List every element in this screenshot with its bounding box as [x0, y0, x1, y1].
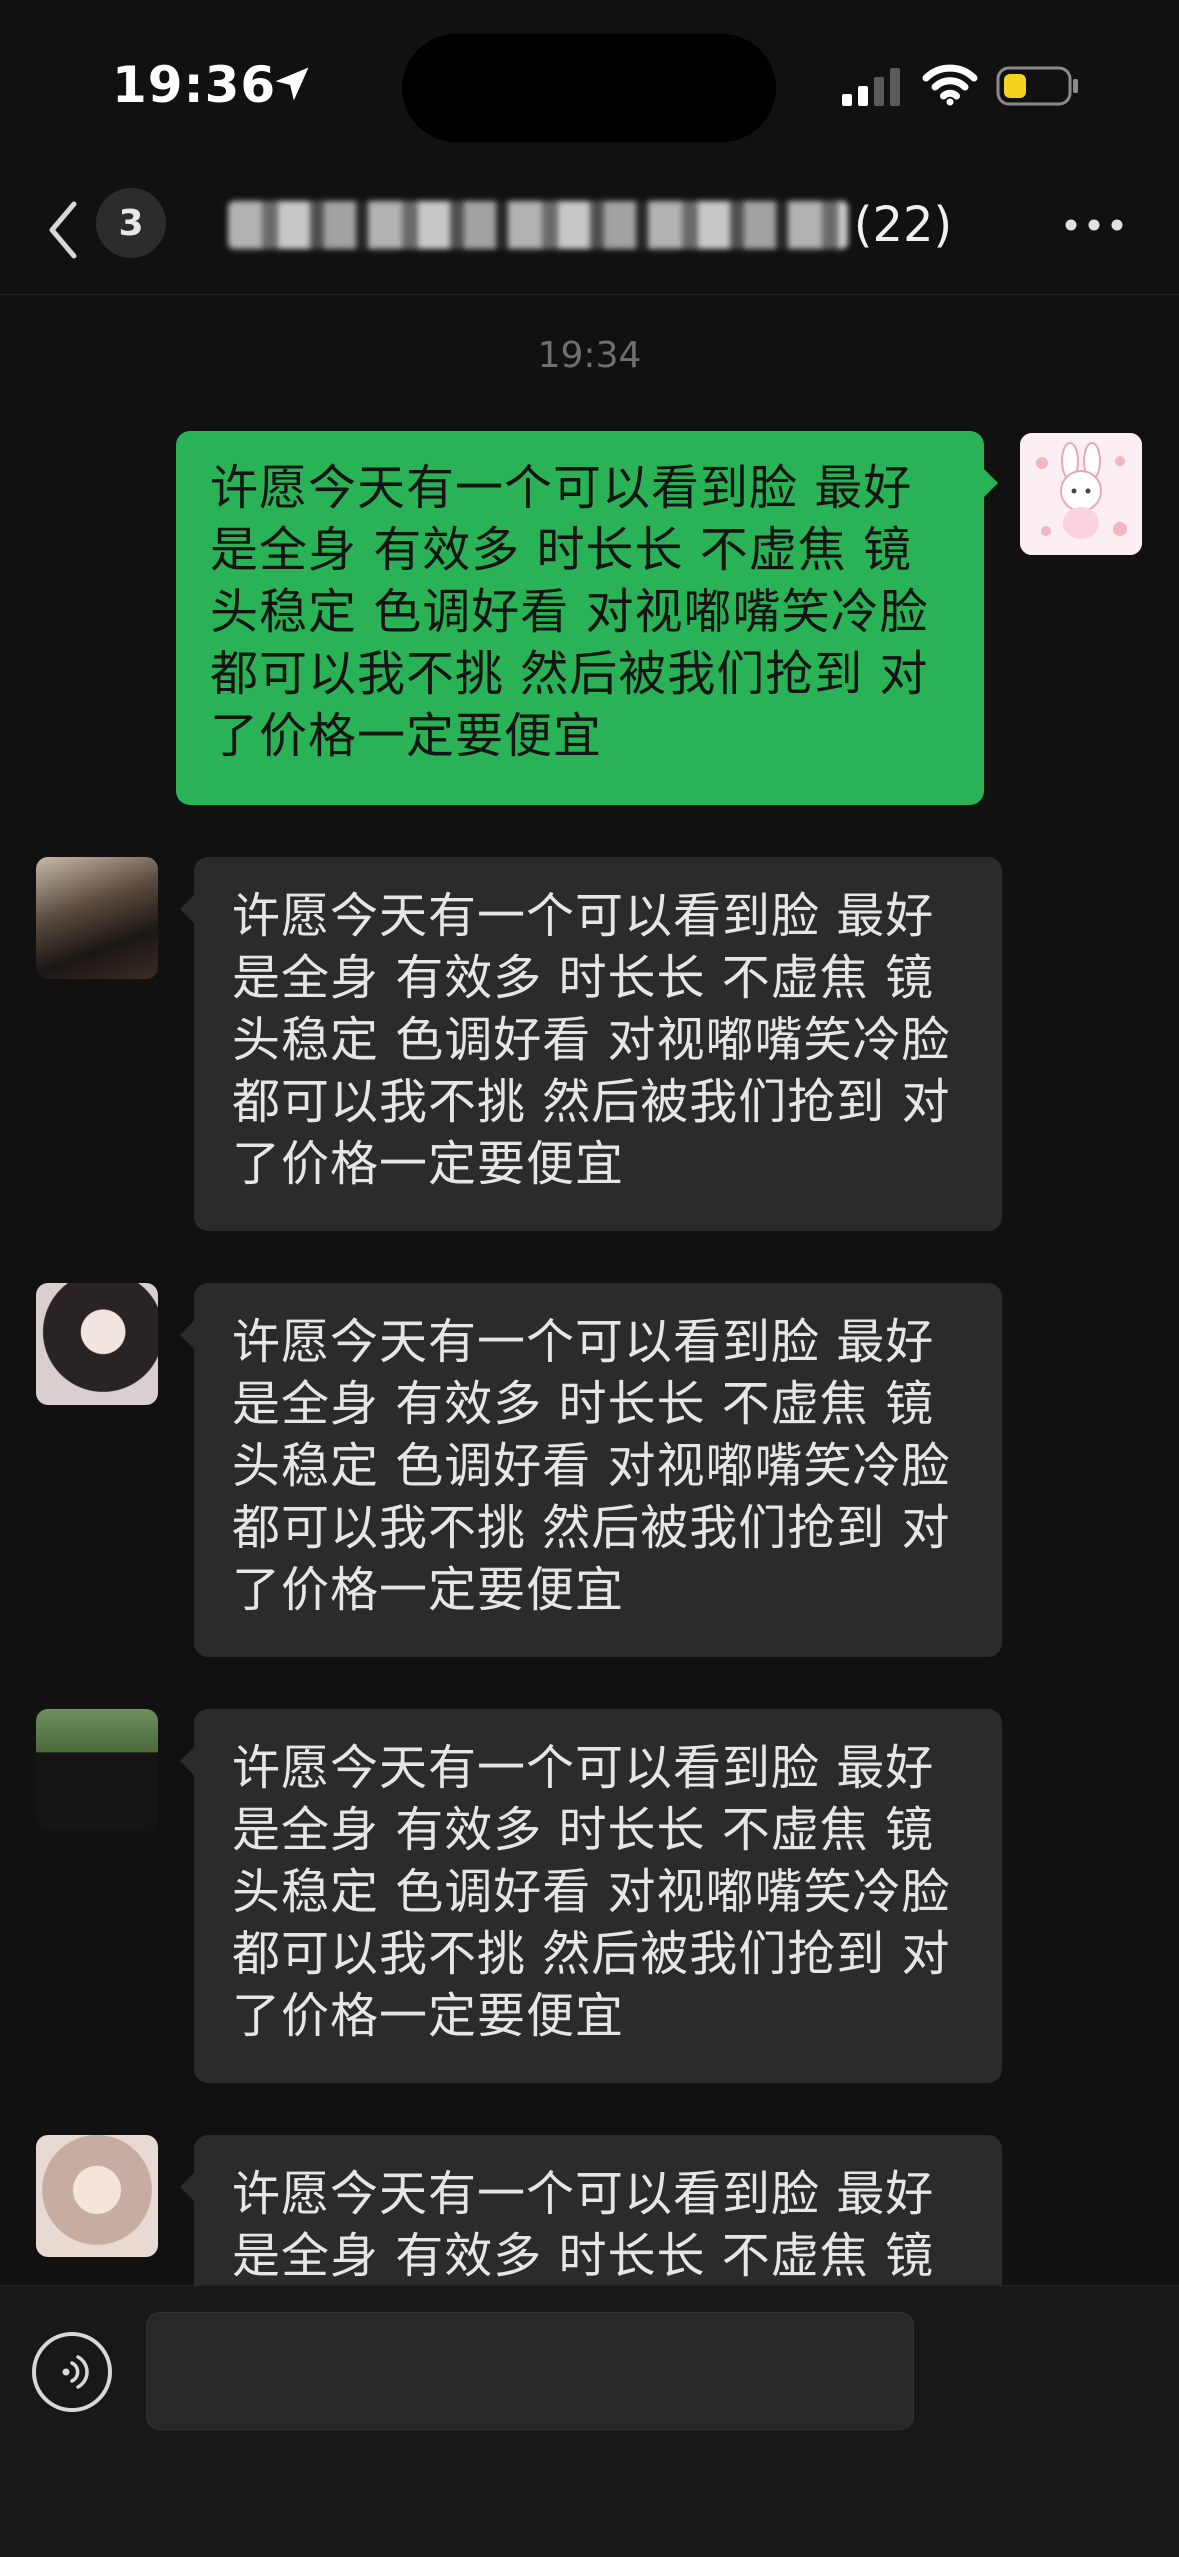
message-text: 许愿今天有一个可以看到脸 最好是全身 有效多 时长长 不虚焦 镜头稳定 色调好看…	[210, 460, 929, 764]
avatar[interactable]	[36, 857, 158, 979]
incoming-message-bubble[interactable]: 许愿今天有一个可以看到脸 最好是全身 有效多 时长长 不虚焦 镜头稳定 色调好看…	[180, 857, 1002, 1231]
status-time: 19:36	[112, 56, 277, 114]
voice-button[interactable]	[32, 2332, 112, 2412]
message-input[interactable]	[146, 2312, 914, 2430]
location-arrow-icon	[275, 67, 309, 101]
avatar[interactable]	[1020, 433, 1142, 555]
incoming-message-bubble[interactable]: 许愿今天有一个可以看到脸 最好是全身 有效多 时长长 不虚焦 镜头稳定 色调好看…	[180, 2135, 1002, 2285]
message-timestamp: 19:34	[537, 335, 642, 376]
more-dots-icon[interactable]	[1064, 218, 1124, 232]
avatar[interactable]	[36, 1283, 158, 1405]
battery-icon	[996, 66, 1078, 106]
unread-count-badge[interactable]: 3	[96, 188, 166, 258]
wifi-icon	[922, 64, 978, 106]
message-text: 许愿今天有一个可以看到脸 最好是全身 有效多 时长长 不虚焦 镜头稳定 色调好看…	[232, 888, 951, 1192]
message-text: 许愿今天有一个可以看到脸 最好是全身 有效多 时长长 不虚焦 镜头稳定 色调好看…	[232, 1740, 951, 2044]
status-bar: 19:36	[0, 0, 1179, 170]
blurred-group-name	[227, 201, 848, 249]
chat-header: 3 (22)	[0, 170, 1179, 295]
member-count: (22)	[853, 197, 953, 253]
dynamic-island	[402, 34, 776, 142]
incoming-message-bubble[interactable]: 许愿今天有一个可以看到脸 最好是全身 有效多 时长长 不虚焦 镜头稳定 色调好看…	[180, 1283, 1002, 1657]
avatar[interactable]	[36, 2135, 158, 2257]
chat-title[interactable]: (22)	[210, 190, 970, 260]
chevron-left-icon[interactable]	[44, 198, 84, 262]
input-bar	[0, 2285, 1179, 2557]
message-list[interactable]: 19:34 许愿今天有一个可以看到脸 最好是全身 有效多 时长长 不虚焦 镜头稳…	[0, 295, 1179, 2285]
voice-icon	[62, 2355, 89, 2389]
cellular-signal-icon	[842, 68, 900, 106]
outgoing-message-bubble[interactable]: 许愿今天有一个可以看到脸 最好是全身 有效多 时长长 不虚焦 镜头稳定 色调好看…	[176, 431, 998, 805]
incoming-message-bubble[interactable]: 许愿今天有一个可以看到脸 最好是全身 有效多 时长长 不虚焦 镜头稳定 色调好看…	[180, 1709, 1002, 2083]
avatar[interactable]	[36, 1709, 158, 1831]
message-text: 许愿今天有一个可以看到脸 最好是全身 有效多 时长长 不虚焦 镜头稳定 色调好看…	[232, 1314, 951, 1618]
bunny-avatar-icon	[1020, 433, 1142, 555]
message-text: 许愿今天有一个可以看到脸 最好是全身 有效多 时长长 不虚焦 镜头稳定 色调好看…	[232, 2166, 935, 2284]
